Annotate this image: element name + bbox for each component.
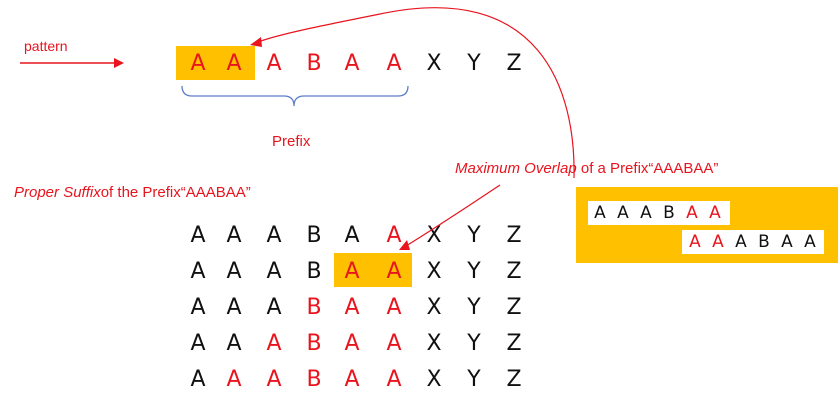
overlap-arrows [250,7,575,250]
